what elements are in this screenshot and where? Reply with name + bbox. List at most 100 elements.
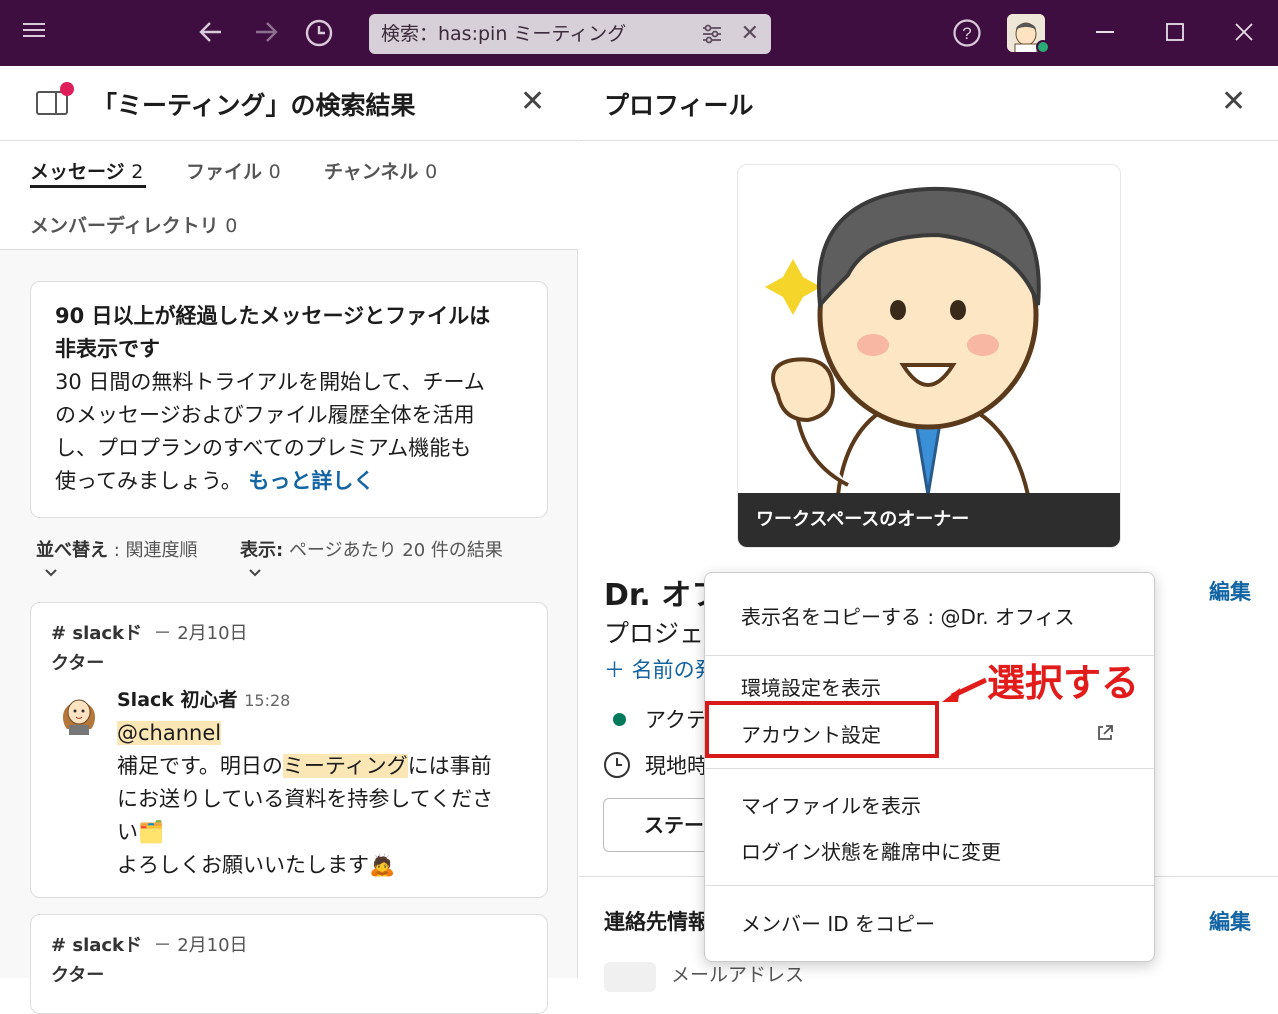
back-arrow-icon[interactable]: [197, 17, 225, 54]
close-window-icon[interactable]: [1234, 18, 1254, 48]
tab-member-directory-label: メンバーディレクトリ: [30, 215, 219, 237]
tab-messages-count: 2: [131, 161, 144, 183]
display-dropdown[interactable]: 表示: ページあたり 20 件の結果: [240, 536, 503, 562]
tab-files-count: 0: [268, 161, 281, 183]
message-time[interactable]: 15:28: [244, 691, 290, 710]
menu-item-preferences[interactable]: 環境設定を表示: [741, 672, 881, 701]
history-limit-notice: 90 日以上が経過したメッセージとファイルは 非表示です 30 日間の無料トライ…: [30, 281, 548, 518]
search-results-title: 「ミーティング」の検索結果: [92, 91, 416, 120]
tab-member-directory-count: 0: [225, 215, 238, 237]
search-results-header: 「ミーティング」の検索結果 ✕: [0, 66, 578, 141]
message-line1: 補足です。明日のミーティングには事前: [117, 750, 517, 783]
doctor-illustration-icon: [765, 186, 1041, 497]
title-bar: 検索：has:pin ミーティング ✕ ?: [0, 0, 1278, 66]
sort-chevron-down-icon[interactable]: [44, 566, 58, 582]
history-clock-icon[interactable]: [304, 18, 334, 55]
result-channel-info: # slackド － 2月10日 クター: [51, 931, 248, 991]
edit-profile-link[interactable]: 編集: [1209, 576, 1251, 606]
search-bar[interactable]: 検索：has:pin ミーティング ✕: [369, 14, 771, 54]
minimize-window-icon[interactable]: [1096, 18, 1116, 48]
notice-heading-line2: 非表示です: [55, 337, 160, 361]
message-body: Slack 初心者 15:28 @channel 補足です。明日のミーティングに…: [117, 683, 517, 882]
display-label: 表示:: [240, 540, 284, 561]
search-query-text: 検索：has:pin ミーティング: [381, 23, 627, 45]
notification-badge: [60, 82, 74, 96]
learn-more-link[interactable]: もっと詳しく: [248, 469, 374, 493]
external-link-icon: [1095, 723, 1115, 743]
result-channel-name-cont: クター: [51, 653, 105, 674]
maximize-window-icon[interactable]: [1166, 18, 1186, 48]
author-name[interactable]: Slack 初心者: [117, 689, 238, 711]
result-date: － 2月10日: [153, 623, 248, 644]
message-line3: い🗂️: [117, 820, 165, 844]
sort-value: : 関連度順: [113, 540, 198, 561]
tab-messages-label: メッセージ: [30, 161, 125, 183]
sort-label: 並べ替え: [36, 540, 108, 561]
add-name-pronunciation-link[interactable]: ＋ 名前の発: [604, 654, 716, 684]
message-line2: にお送りしている資料を持参してくださ: [117, 787, 494, 811]
profile-context-menu: 表示名をコピーする : @Dr. オフィス 環境設定を表示 アカウント設定 マイ…: [704, 572, 1155, 962]
close-profile-icon[interactable]: ✕: [1221, 84, 1246, 119]
menu-item-set-away[interactable]: ログイン状態を離席中に変更: [741, 836, 1001, 865]
profile-photo[interactable]: ワークスペースのオーナー: [737, 164, 1121, 548]
author-avatar[interactable]: [55, 687, 103, 735]
result-channel-info: # slackド － 2月10日 クター: [51, 619, 248, 679]
svg-text:?: ?: [962, 24, 971, 43]
search-result-message[interactable]: # slackド － 2月10日 クター Slack 初心者 15:28 @ch…: [30, 602, 548, 898]
close-results-icon[interactable]: ✕: [520, 84, 545, 119]
tab-channels-count: 0: [425, 161, 438, 183]
tab-files[interactable]: ファイル 0: [186, 157, 281, 184]
profile-role: プロジェ: [604, 619, 705, 648]
active-status-icon: [613, 713, 626, 726]
annotation-highlight-box: [705, 701, 939, 758]
tab-files-label: ファイル: [186, 161, 263, 183]
display-chevron-down-icon[interactable]: [248, 566, 262, 582]
annotation-arrow-icon: [940, 670, 990, 710]
profile-title: プロフィール: [604, 91, 754, 120]
notice-body-line2: のメッセージおよびファイル履歴全体を活用: [55, 403, 475, 427]
forward-arrow-icon[interactable]: [252, 17, 280, 54]
presence-online-icon: [1036, 40, 1050, 54]
tab-channels-label: チャンネル: [324, 161, 419, 183]
result-date: － 2月10日: [153, 935, 248, 956]
local-time-text: 現地時: [645, 754, 708, 778]
result-channel-name-cont: クター: [51, 965, 105, 986]
hamburger-menu-icon[interactable]: [22, 18, 48, 48]
help-icon[interactable]: ?: [952, 18, 982, 55]
tab-messages[interactable]: メッセージ 2: [30, 157, 143, 184]
active-status-text: アクテ: [645, 708, 707, 732]
search-results-panel: 「ミーティング」の検索結果 ✕ メッセージ 2 ファイル 0 チャンネル 0 メ…: [0, 66, 578, 1014]
message-line4: よろしくお願いいたします🙇: [117, 853, 396, 877]
menu-divider: [705, 768, 1154, 769]
clear-search-icon[interactable]: ✕: [741, 14, 759, 54]
message-line1-pre: 補足です。明日の: [117, 754, 283, 778]
contact-info-heading: 連絡先情報: [604, 910, 709, 934]
tab-channels[interactable]: チャンネル 0: [324, 157, 437, 184]
tab-member-directory[interactable]: メンバーディレクトリ 0: [30, 211, 237, 238]
notice-heading-line1: 90 日以上が経過したメッセージとファイルは: [55, 304, 491, 328]
sort-dropdown[interactable]: 並べ替え : 関連度順: [36, 536, 198, 562]
active-tab-indicator: [30, 185, 146, 188]
search-result-message[interactable]: # slackド － 2月10日 クター: [30, 914, 548, 1014]
local-time-clock-icon: [604, 752, 630, 778]
message-line1-post: には事前: [407, 754, 492, 778]
notice-body-line4-text: 使ってみましょう。: [55, 469, 242, 493]
notice-body-line4: 使ってみましょう。 もっと詳しく: [55, 465, 523, 498]
result-channel-name[interactable]: # slackド: [51, 935, 142, 956]
profile-header: プロフィール ✕: [579, 66, 1278, 141]
channel-mention[interactable]: @channel: [117, 721, 222, 745]
search-highlight: ミーティング: [282, 754, 408, 778]
notice-body-line3: し、プロプランのすべてのプレミアム機能も: [55, 436, 472, 460]
menu-divider: [705, 885, 1154, 886]
menu-item-copy-display-name[interactable]: 表示名をコピーする : @Dr. オフィス: [741, 601, 1075, 630]
notice-body-line1: 30 日間の無料トライアルを開始して、チーム: [55, 370, 485, 394]
menu-item-copy-member-id[interactable]: メンバー ID をコピー: [741, 908, 935, 937]
results-tabs: メッセージ 2 ファイル 0 チャンネル 0 メンバーディレクトリ 0: [0, 141, 578, 250]
edit-contact-link[interactable]: 編集: [1209, 906, 1251, 936]
filter-sliders-icon[interactable]: [701, 14, 723, 58]
result-channel-name[interactable]: # slackド: [51, 623, 142, 644]
email-label: メールアドレス: [671, 964, 805, 986]
email-icon: [604, 962, 656, 992]
workspace-owner-banner: ワークスペースのオーナー: [738, 493, 1120, 547]
menu-item-my-files[interactable]: マイファイルを表示: [741, 790, 921, 819]
